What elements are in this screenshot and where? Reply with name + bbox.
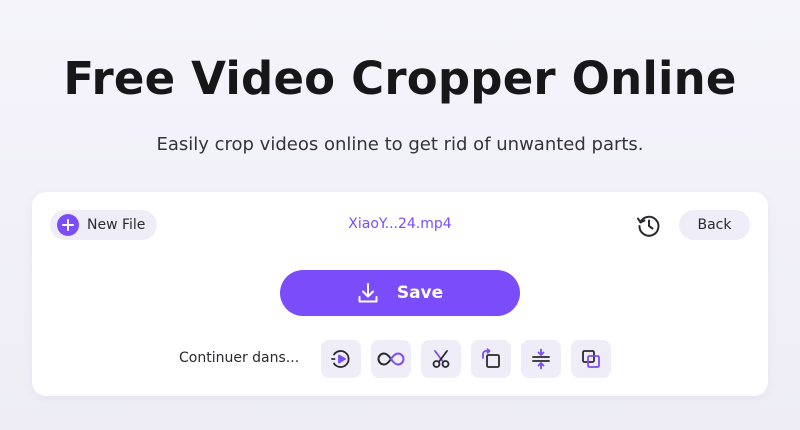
tool-merge[interactable] <box>521 340 561 378</box>
history-icon <box>636 213 662 239</box>
tool-rotate[interactable] <box>471 340 511 378</box>
history-button[interactable] <box>635 212 663 240</box>
tool-loop[interactable] <box>371 340 411 378</box>
page-subtitle: Easily crop videos online to get rid of … <box>156 134 644 155</box>
merge-icon <box>530 348 552 370</box>
download-icon <box>357 282 379 304</box>
loop-icon <box>377 351 405 367</box>
page: Free Video Cropper Online Easily crop vi… <box>0 0 800 430</box>
back-button[interactable]: Back <box>679 210 750 240</box>
save-label: Save <box>396 283 444 303</box>
tool-trim[interactable] <box>421 340 461 378</box>
editor-card: New File XiaoY...24.mp4 Back Save Contin… <box>32 192 768 396</box>
tool-list <box>321 340 611 378</box>
trim-scissors-icon <box>430 348 452 370</box>
video-speed-icon <box>330 348 352 370</box>
continue-label: Continuer dans... <box>179 350 300 366</box>
tool-video-speed[interactable] <box>321 340 361 378</box>
tool-overlay[interactable] <box>571 340 611 378</box>
rotate-icon <box>480 348 502 370</box>
page-title: Free Video Cropper Online <box>63 52 737 105</box>
overlay-icon <box>580 348 602 370</box>
save-button[interactable]: Save <box>280 270 520 316</box>
